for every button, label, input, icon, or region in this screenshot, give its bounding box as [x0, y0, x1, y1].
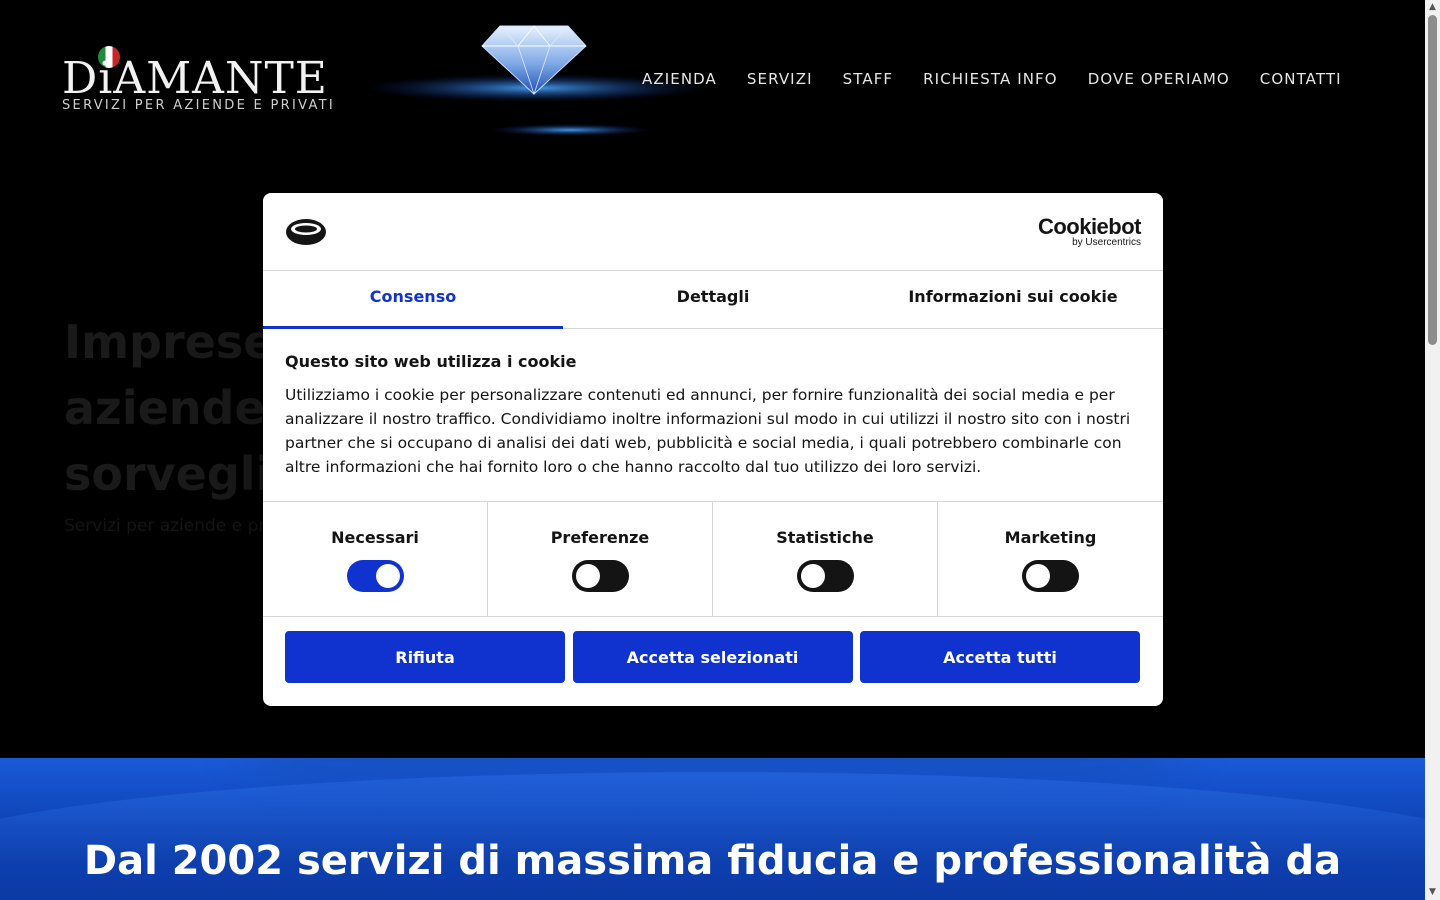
toggle-knob	[375, 564, 400, 588]
toggle-knob	[800, 564, 825, 588]
nav-richiesta-info[interactable]: RICHIESTA INFO	[923, 68, 1058, 90]
category-marketing: Marketing	[938, 502, 1163, 616]
category-necessari: Necessari	[263, 502, 488, 616]
logo-wordmark: DiAMANTE	[62, 53, 328, 104]
tab-dettagli[interactable]: Dettagli	[563, 271, 863, 328]
site-header: DiAMANTE SERVIZI PER AZIENDE E PRIVATI A…	[0, 0, 1425, 160]
dialog-header: Cookiebot by Usercentrics	[263, 193, 1163, 271]
reject-button[interactable]: Rifiuta	[285, 631, 565, 683]
category-label: Statistiche	[776, 528, 874, 547]
necessari-toggle[interactable]	[346, 560, 404, 592]
category-label: Necessari	[331, 528, 419, 547]
preferenze-toggle[interactable]	[571, 560, 629, 592]
consent-categories: Necessari Preferenze Statistiche Marketi…	[263, 501, 1163, 617]
site-logo[interactable]: DiAMANTE SERVIZI PER AZIENDE E PRIVATI	[62, 44, 362, 120]
tab-informazioni[interactable]: Informazioni sui cookie	[863, 271, 1163, 328]
dialog-tabs: Consenso Dettagli Informazioni sui cooki…	[263, 271, 1163, 329]
dialog-body: Questo sito web utilizza i cookie Utiliz…	[285, 351, 1143, 479]
nav-servizi[interactable]: SERVIZI	[747, 68, 813, 90]
cookie-consent-dialog: Cookiebot by Usercentrics Consenso Detta…	[263, 193, 1163, 706]
accept-selected-button[interactable]: Accetta selezionati	[572, 631, 853, 683]
marketing-toggle[interactable]	[1022, 560, 1079, 592]
dialog-actions: Rifiuta Accetta selezionati Accetta tutt…	[285, 631, 1140, 683]
category-label: Preferenze	[550, 528, 650, 547]
nav-azienda[interactable]: AZIENDA	[642, 68, 717, 90]
intro-heading: Dal 2002 servizi di massima fiducia e pr…	[83, 838, 1342, 884]
nav-dove-operiamo[interactable]: DOVE OPERIAMO	[1088, 68, 1230, 90]
intro-band: Dal 2002 servizi di massima fiducia e pr…	[0, 758, 1425, 900]
nav-contatti[interactable]: CONTATTI	[1260, 68, 1342, 90]
main-nav: AZIENDA SERVIZI STAFF RICHIESTA INFO DOV…	[642, 68, 1342, 90]
category-statistiche: Statistiche	[713, 502, 938, 616]
cookiebot-logo-icon	[286, 219, 326, 245]
category-label: Marketing	[1004, 528, 1097, 547]
accept-all-button[interactable]: Accetta tutti	[860, 631, 1140, 683]
category-preferenze: Preferenze	[488, 502, 713, 616]
statistiche-toggle[interactable]	[796, 560, 854, 592]
page-scrollbar[interactable]: ▲ ▼	[1425, 0, 1440, 900]
scroll-up-arrow-icon[interactable]: ▲	[1425, 0, 1440, 15]
tab-consenso[interactable]: Consenso	[263, 271, 563, 329]
nav-staff[interactable]: STAFF	[843, 68, 894, 90]
scroll-down-arrow-icon[interactable]: ▼	[1425, 885, 1440, 900]
cookiebot-brand-name: Cookiebot	[1037, 214, 1142, 239]
cookiebot-brand-by: by Usercentrics	[1072, 237, 1141, 248]
logo-tagline: SERVIZI PER AZIENDE E PRIVATI	[62, 98, 336, 113]
toggle-knob	[575, 564, 600, 588]
dialog-title: Questo sito web utilizza i cookie	[285, 352, 577, 371]
toggle-knob	[1026, 564, 1050, 588]
dialog-description: Utilizziamo i cookie per personalizzare …	[285, 386, 1131, 476]
cookiebot-brand[interactable]: Cookiebot by Usercentrics	[1037, 214, 1142, 248]
scrollbar-thumb[interactable]	[1428, 15, 1437, 345]
